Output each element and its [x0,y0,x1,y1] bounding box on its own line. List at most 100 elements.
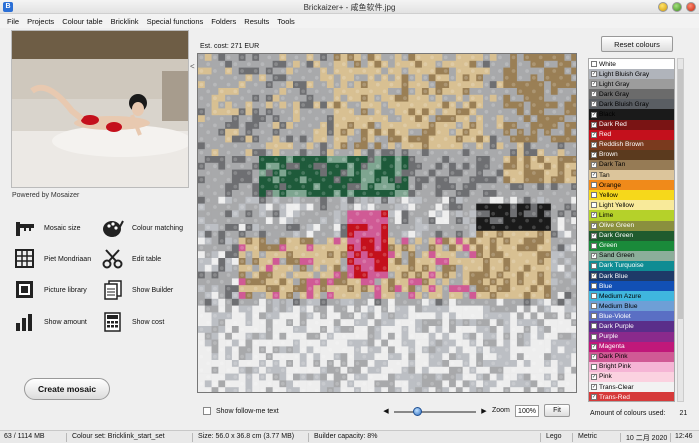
colour-checkbox[interactable]: ✓ [591,212,597,219]
menu-file[interactable]: File [3,17,23,26]
colour-row[interactable]: ✓ Magenta [589,341,674,352]
create-mosaic-button[interactable]: Create mosaic [24,378,110,400]
colour-row[interactable]: Orange [589,180,674,191]
show-cost-tool[interactable]: Show cost [102,312,164,332]
colour-row[interactable]: Dark Turquoise [589,260,674,271]
colour-row[interactable]: ✓ Reddish Brown [589,139,674,150]
mosaic-canvas[interactable] [197,53,577,393]
colour-row[interactable]: ✓ Pink [589,371,674,382]
colour-row[interactable]: ✓ Dark Bluish Gray [589,99,674,110]
menu-tools[interactable]: Tools [273,17,299,26]
colour-checkbox[interactable]: ✓ [591,353,597,360]
colour-checkbox[interactable] [591,283,597,290]
zoom-value-field[interactable]: 100% [515,405,539,417]
colour-row[interactable]: Green [589,240,674,251]
colour-row[interactable]: ✓ Sand Green [589,250,674,261]
colour-checkbox[interactable]: ✓ [591,343,597,350]
colour-checkbox[interactable]: ✓ [591,111,597,118]
reset-colours-button[interactable]: Reset colours [601,36,673,52]
zoom-slider[interactable]: ◀ ▶ [382,406,488,417]
colour-row[interactable]: Medium Blue [589,301,674,312]
menu-projects[interactable]: Projects [23,17,58,26]
colour-row[interactable]: ✓ Trans-Red [589,392,674,401]
colour-checkbox[interactable]: ✓ [591,252,597,259]
colour-checkbox[interactable] [591,303,597,310]
colour-row[interactable]: ✓ Light Bluish Gray [589,69,674,80]
colour-checkbox[interactable]: ✓ [591,373,597,380]
colour-row[interactable]: ✓ Dark Pink [589,351,674,362]
colour-checkbox[interactable]: ✓ [591,131,597,138]
colour-matching-tool[interactable]: Colour matching [102,218,183,238]
colour-checkbox[interactable] [591,333,597,340]
colour-row[interactable]: ✓ Trans-Clear [589,382,674,393]
mosaic-size-tool[interactable]: Mosaic size [14,218,81,238]
colour-checkbox[interactable]: ✓ [591,394,597,401]
colour-checkbox[interactable] [591,363,597,370]
show-builder-tool[interactable]: Show Builder [102,280,173,300]
colour-checkbox[interactable]: ✓ [591,101,597,108]
colour-row[interactable]: ✓ Dark Tan [589,159,674,171]
fit-button[interactable]: Fit [544,404,570,417]
menu-folders[interactable]: Folders [207,17,240,26]
colour-row[interactable]: ✓ Dark Red [589,119,674,130]
zoom-slider-thumb[interactable] [413,407,422,416]
colour-row[interactable]: ✓ Tan [589,170,674,181]
menu-results[interactable]: Results [240,17,273,26]
colour-row[interactable]: Blue-Violet [589,311,674,322]
colour-checkbox[interactable]: ✓ [591,71,597,78]
colour-checkbox[interactable] [591,61,597,68]
colour-row[interactable]: ✓ Black [589,109,674,120]
colour-checkbox[interactable]: ✓ [591,222,597,229]
colour-row[interactable]: Medium Azure [589,291,674,302]
colour-checkbox[interactable]: ✓ [591,81,597,88]
menu-special-functions[interactable]: Special functions [143,17,208,26]
colour-checkbox[interactable] [591,293,597,300]
colour-row[interactable]: Blue [589,281,674,292]
piet-mondriaan-tool[interactable]: Piet Mondriaan [14,249,91,269]
colour-checkbox[interactable]: ✓ [591,141,597,148]
close-button[interactable] [686,2,696,12]
collapse-panel-button[interactable]: < [190,62,195,71]
colour-checkbox[interactable] [591,323,597,330]
follow-me-toggle[interactable]: Show follow-me text [203,407,279,415]
colour-list-scrollbar[interactable] [677,58,684,402]
colour-row[interactable]: ✓ Dark Gray [589,89,674,100]
colour-checkbox[interactable] [591,202,597,209]
colour-checkbox[interactable]: ✓ [591,273,597,280]
edit-table-tool[interactable]: Edit table [102,249,161,269]
colour-row[interactable]: Yellow [589,190,674,201]
colour-row[interactable]: ✓ Brown [589,149,674,160]
colour-row[interactable]: ✓ Olive Green [589,220,674,231]
colour-checkbox[interactable] [591,313,597,320]
colour-row[interactable]: ✓ Dark Blue [589,270,674,282]
show-amount-tool[interactable]: Show amount [14,312,87,332]
colour-checkbox[interactable]: ✓ [591,161,597,168]
colour-row[interactable]: White [589,59,674,70]
colour-row[interactable]: ✓ Light Gray [589,79,674,90]
colour-checkbox[interactable]: ✓ [591,91,597,98]
scrollbar-thumb[interactable] [678,69,683,319]
colour-checkbox[interactable] [591,182,597,189]
colour-checkbox[interactable] [591,242,597,249]
colour-row[interactable]: ✓ Dark Green [589,230,674,241]
menu-bricklink[interactable]: Bricklink [107,17,143,26]
colour-row[interactable]: ✓ Red [589,129,674,140]
minimize-button[interactable] [658,2,668,12]
colour-row[interactable]: Purple [589,331,674,342]
zoom-in-arrow[interactable]: ▶ [480,406,488,417]
zoom-out-arrow[interactable]: ◀ [382,406,390,417]
colour-row[interactable]: Bright Pink [589,361,674,372]
colour-row[interactable]: ✓ Lime [589,210,674,221]
menu-colour-table[interactable]: Colour table [58,17,106,26]
colour-checkbox[interactable]: ✓ [591,121,597,128]
colour-checkbox[interactable]: ✓ [591,232,597,239]
colour-checkbox[interactable] [591,262,597,269]
colour-row[interactable]: Light Yellow [589,200,674,211]
colour-checkbox[interactable]: ✓ [591,151,597,158]
colour-checkbox[interactable] [591,192,597,199]
colour-checkbox[interactable]: ✓ [591,172,597,179]
maximize-button[interactable] [672,2,682,12]
colour-row[interactable]: Dark Purple [589,321,674,332]
picture-library-tool[interactable]: Picture library [14,280,87,300]
follow-me-checkbox[interactable] [203,407,211,415]
